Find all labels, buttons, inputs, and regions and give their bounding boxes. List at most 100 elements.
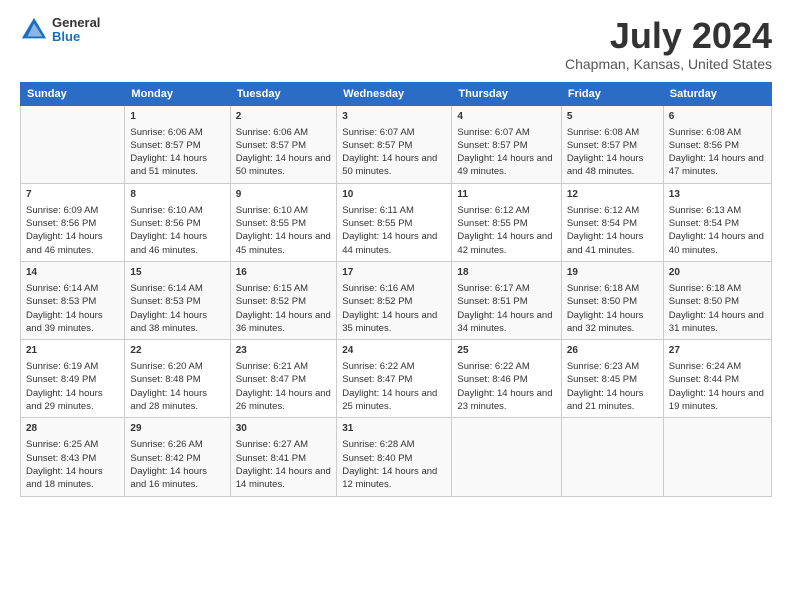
sunset-text: Sunset: 8:47 PM [236, 374, 306, 385]
sunrise-text: Sunrise: 6:18 AM [669, 283, 741, 294]
col-wednesday: Wednesday [337, 82, 452, 105]
daylight-text: Daylight: 14 hours and 44 minutes. [342, 231, 437, 255]
sunrise-text: Sunrise: 6:08 AM [567, 127, 639, 138]
calendar-cell: 26Sunrise: 6:23 AMSunset: 8:45 PMDayligh… [561, 340, 663, 418]
date-number: 8 [130, 188, 224, 202]
sunset-text: Sunset: 8:44 PM [669, 374, 739, 385]
daylight-text: Daylight: 14 hours and 25 minutes. [342, 388, 437, 412]
calendar-cell: 5Sunrise: 6:08 AMSunset: 8:57 PMDaylight… [561, 105, 663, 183]
sunrise-text: Sunrise: 6:14 AM [26, 283, 98, 294]
sunrise-text: Sunrise: 6:27 AM [236, 439, 308, 450]
sunset-text: Sunset: 8:41 PM [236, 453, 306, 464]
col-sunday: Sunday [21, 82, 125, 105]
sunset-text: Sunset: 8:50 PM [567, 296, 637, 307]
calendar-cell [452, 418, 561, 496]
date-number: 3 [342, 110, 446, 124]
sunrise-text: Sunrise: 6:15 AM [236, 283, 308, 294]
calendar-cell: 22Sunrise: 6:20 AMSunset: 8:48 PMDayligh… [125, 340, 230, 418]
date-number: 2 [236, 110, 331, 124]
date-number: 17 [342, 266, 446, 280]
daylight-text: Daylight: 14 hours and 19 minutes. [669, 388, 764, 412]
calendar-cell [663, 418, 771, 496]
sunset-text: Sunset: 8:57 PM [130, 140, 200, 151]
sunrise-text: Sunrise: 6:12 AM [567, 205, 639, 216]
sunrise-text: Sunrise: 6:26 AM [130, 439, 202, 450]
calendar-cell: 11Sunrise: 6:12 AMSunset: 8:55 PMDayligh… [452, 183, 561, 261]
sunrise-text: Sunrise: 6:19 AM [26, 361, 98, 372]
col-friday: Friday [561, 82, 663, 105]
logo-blue-text: Blue [52, 30, 100, 44]
sunrise-text: Sunrise: 6:25 AM [26, 439, 98, 450]
sunset-text: Sunset: 8:57 PM [567, 140, 637, 151]
main-title: July 2024 [565, 16, 772, 56]
date-number: 25 [457, 344, 555, 358]
daylight-text: Daylight: 14 hours and 46 minutes. [130, 231, 207, 255]
daylight-text: Daylight: 14 hours and 40 minutes. [669, 231, 764, 255]
daylight-text: Daylight: 14 hours and 23 minutes. [457, 388, 552, 412]
sunrise-text: Sunrise: 6:18 AM [567, 283, 639, 294]
sunrise-text: Sunrise: 6:11 AM [342, 205, 414, 216]
sunrise-text: Sunrise: 6:10 AM [236, 205, 308, 216]
date-number: 24 [342, 344, 446, 358]
sunrise-text: Sunrise: 6:14 AM [130, 283, 202, 294]
daylight-text: Daylight: 14 hours and 18 minutes. [26, 466, 103, 490]
sunset-text: Sunset: 8:40 PM [342, 453, 412, 464]
sunrise-text: Sunrise: 6:06 AM [130, 127, 202, 138]
sunrise-text: Sunrise: 6:20 AM [130, 361, 202, 372]
calendar-cell: 23Sunrise: 6:21 AMSunset: 8:47 PMDayligh… [230, 340, 336, 418]
date-number: 18 [457, 266, 555, 280]
col-saturday: Saturday [663, 82, 771, 105]
calendar-cell: 2Sunrise: 6:06 AMSunset: 8:57 PMDaylight… [230, 105, 336, 183]
calendar-cell: 25Sunrise: 6:22 AMSunset: 8:46 PMDayligh… [452, 340, 561, 418]
date-number: 13 [669, 188, 766, 202]
daylight-text: Daylight: 14 hours and 29 minutes. [26, 388, 103, 412]
sunset-text: Sunset: 8:53 PM [130, 296, 200, 307]
header: General Blue July 2024 Chapman, Kansas, … [20, 16, 772, 72]
daylight-text: Daylight: 14 hours and 42 minutes. [457, 231, 552, 255]
sunset-text: Sunset: 8:46 PM [457, 374, 527, 385]
sunset-text: Sunset: 8:52 PM [342, 296, 412, 307]
sunset-text: Sunset: 8:57 PM [457, 140, 527, 151]
calendar-cell: 8Sunrise: 6:10 AMSunset: 8:56 PMDaylight… [125, 183, 230, 261]
sunrise-text: Sunrise: 6:17 AM [457, 283, 529, 294]
daylight-text: Daylight: 14 hours and 16 minutes. [130, 466, 207, 490]
date-number: 10 [342, 188, 446, 202]
sunset-text: Sunset: 8:55 PM [457, 218, 527, 229]
calendar-cell: 18Sunrise: 6:17 AMSunset: 8:51 PMDayligh… [452, 261, 561, 339]
date-number: 23 [236, 344, 331, 358]
daylight-text: Daylight: 14 hours and 50 minutes. [342, 153, 437, 177]
subtitle: Chapman, Kansas, United States [565, 56, 772, 72]
sunrise-text: Sunrise: 6:10 AM [130, 205, 202, 216]
week-row-3: 14 Sunrise: 6:14 AM Sunset: 8:53 PM Dayligh… [21, 261, 772, 339]
sunrise-text: Sunrise: 6:22 AM [342, 361, 414, 372]
date-number: 21 [26, 344, 119, 358]
date-number: 1 [130, 110, 224, 124]
date-number: 29 [130, 422, 224, 436]
week-row-2: 7Sunrise: 6:09 AMSunset: 8:56 PMDaylight… [21, 183, 772, 261]
week-row-4: 21Sunrise: 6:19 AMSunset: 8:49 PMDayligh… [21, 340, 772, 418]
calendar-cell: 4Sunrise: 6:07 AMSunset: 8:57 PMDaylight… [452, 105, 561, 183]
date-number: 20 [669, 266, 766, 280]
sunset-text: Sunset: 8:54 PM [669, 218, 739, 229]
date-number: 14 [26, 266, 119, 280]
date-number: 7 [26, 188, 119, 202]
calendar-cell: 30Sunrise: 6:27 AMSunset: 8:41 PMDayligh… [230, 418, 336, 496]
logo-text: General Blue [52, 16, 100, 45]
daylight-text: Daylight: 14 hours and 31 minutes. [669, 310, 764, 334]
daylight-text: Daylight: 14 hours and 49 minutes. [457, 153, 552, 177]
sunset-text: Sunset: 8:43 PM [26, 453, 96, 464]
page: General Blue July 2024 Chapman, Kansas, … [0, 0, 792, 612]
sunset-text: Sunset: 8:56 PM [26, 218, 96, 229]
date-number: 12 [567, 188, 658, 202]
sunrise-text: Sunrise: 6:08 AM [669, 127, 741, 138]
date-number: 26 [567, 344, 658, 358]
calendar-cell: 6Sunrise: 6:08 AMSunset: 8:56 PMDaylight… [663, 105, 771, 183]
daylight-text: Daylight: 14 hours and 47 minutes. [669, 153, 764, 177]
date-number: 4 [457, 110, 555, 124]
calendar-cell [561, 418, 663, 496]
header-row: Sunday Monday Tuesday Wednesday Thursday… [21, 82, 772, 105]
logo-general-text: General [52, 16, 100, 30]
calendar-cell: 19Sunrise: 6:18 AMSunset: 8:50 PMDayligh… [561, 261, 663, 339]
calendar-cell: 7Sunrise: 6:09 AMSunset: 8:56 PMDaylight… [21, 183, 125, 261]
col-monday: Monday [125, 82, 230, 105]
